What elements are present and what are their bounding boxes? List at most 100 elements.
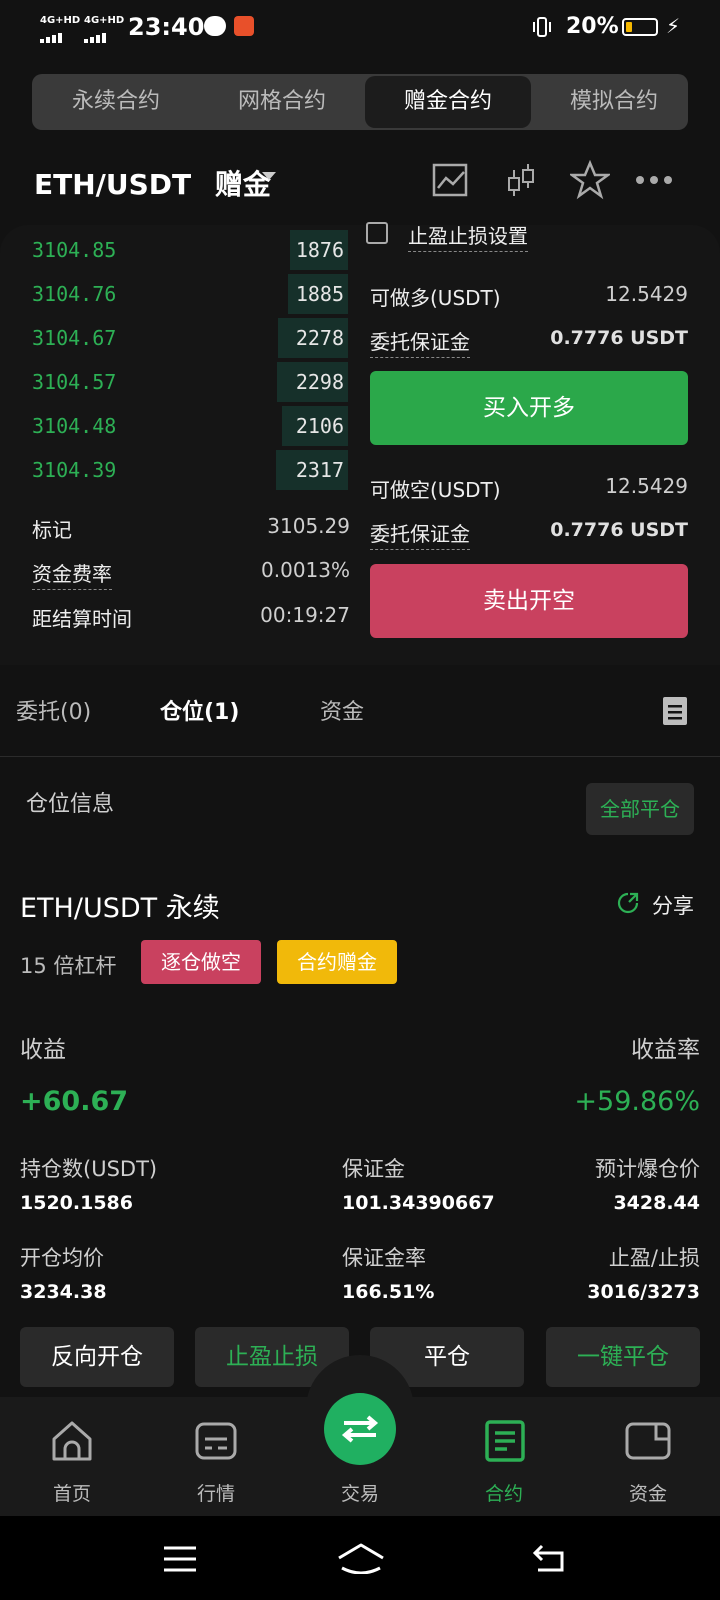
- battery-level: [626, 22, 632, 32]
- document-icon[interactable]: [663, 697, 687, 725]
- bonus-badge: 合约赠金: [277, 940, 397, 984]
- bid-price[interactable]: 3104.57: [32, 370, 116, 394]
- tpsl-value: 3016/3273: [587, 1281, 700, 1303]
- contract-tabs: 永续合约 网格合约 赠金合约 模拟合约: [32, 74, 688, 130]
- trade-center-button[interactable]: [324, 1393, 396, 1465]
- position-size-value: 1520.1586: [20, 1192, 133, 1214]
- home-button-icon[interactable]: [336, 1542, 386, 1578]
- system-nav-bar: [0, 1516, 720, 1600]
- short-available-value: 12.5429: [605, 474, 688, 498]
- network-indicator-1: 4G+HD: [40, 15, 81, 26]
- liquidation-price-value: 3428.44: [613, 1192, 700, 1214]
- position-size-label: 持仓数(USDT): [20, 1157, 158, 1181]
- close-all-button[interactable]: 全部平仓: [586, 783, 694, 835]
- reverse-position-button[interactable]: 反向开仓: [20, 1327, 174, 1387]
- bid-qty: 2317: [295, 458, 344, 482]
- short-margin-label[interactable]: 委托保证金: [370, 518, 470, 550]
- entry-price-label: 开仓均价: [20, 1246, 104, 1270]
- tab-funds[interactable]: 资金: [320, 694, 364, 726]
- signal-icon: [84, 28, 120, 43]
- long-available-value: 12.5429: [605, 282, 688, 306]
- pnl-value: +60.67: [20, 1086, 129, 1117]
- bid-qty: 2298: [295, 370, 344, 394]
- futures-icon: [484, 1419, 526, 1467]
- tpsl-label-field: 止盈/止损: [608, 1246, 700, 1270]
- wallet-icon: [624, 1419, 672, 1467]
- short-available-label: 可做空(USDT): [370, 478, 501, 502]
- position-title: ETH/USDT 永续: [20, 893, 220, 924]
- app-notification-icon: [234, 16, 254, 36]
- margin-value: 101.34390667: [342, 1192, 495, 1214]
- bid-price[interactable]: 3104.39: [32, 458, 116, 482]
- nav-trade-label: 交易: [340, 1483, 379, 1505]
- tab-positions[interactable]: 仓位(1): [160, 694, 239, 726]
- battery-icon: [622, 18, 658, 36]
- battery-percent: 20%: [566, 14, 619, 39]
- funding-rate-value: 0.0013%: [261, 558, 350, 582]
- share-button[interactable]: 分享: [652, 890, 694, 920]
- bid-qty: 1885: [295, 282, 344, 306]
- mark-price-value: 3105.29: [267, 514, 350, 538]
- nav-home-label: 首页: [52, 1483, 91, 1505]
- more-icon[interactable]: [634, 160, 674, 200]
- long-margin-label[interactable]: 委托保证金: [370, 326, 470, 358]
- settle-time-label: 距结算时间: [32, 607, 132, 631]
- menu-icon[interactable]: [162, 1544, 198, 1578]
- pnl-label: 收益: [20, 1037, 66, 1063]
- share-icon[interactable]: [617, 892, 639, 914]
- side-badge: 逐仓做空: [141, 940, 261, 984]
- swap-icon: [341, 1415, 379, 1443]
- vibrate-icon: [532, 16, 552, 38]
- funding-rate-label[interactable]: 资金费率: [32, 558, 112, 590]
- tpsl-label[interactable]: 止盈止损设置: [408, 220, 528, 252]
- bid-qty: 2106: [295, 414, 344, 438]
- margin-ratio-label: 保证金率: [342, 1246, 426, 1270]
- bid-qty: 1876: [295, 238, 344, 262]
- tab-demo[interactable]: 模拟合约: [531, 74, 688, 130]
- tab-orders[interactable]: 委托(0): [16, 694, 91, 726]
- star-icon[interactable]: [568, 159, 612, 200]
- status-bar: 4G+HD 4G+HD 23:40 20% ⚡: [0, 0, 720, 56]
- tab-perpetual[interactable]: 永续合约: [32, 74, 200, 130]
- tpsl-checkbox[interactable]: [366, 222, 388, 244]
- margin-ratio-value: 166.51%: [342, 1281, 435, 1303]
- bid-price[interactable]: 3104.67: [32, 326, 116, 350]
- nav-assets-label: 资金: [628, 1483, 667, 1505]
- bid-qty: 2278: [295, 326, 344, 350]
- signal-icon: [40, 28, 76, 43]
- candlestick-icon[interactable]: [502, 160, 542, 200]
- short-margin-value: 0.7776 USDT: [550, 519, 688, 541]
- position-section-title: 仓位信息: [26, 792, 115, 817]
- pnl-rate-value: +59.86%: [574, 1086, 700, 1117]
- charging-icon: ⚡: [666, 14, 681, 38]
- bid-price[interactable]: 3104.76: [32, 282, 116, 306]
- chevron-down-icon[interactable]: [262, 172, 276, 180]
- pair-name: ETH/USDT: [34, 168, 192, 201]
- tab-grid[interactable]: 网格合约: [200, 74, 364, 130]
- long-margin-value: 0.7776 USDT: [550, 327, 688, 349]
- settle-time-value: 00:19:27: [260, 603, 350, 627]
- leverage-label: 15 倍杠杆: [20, 954, 117, 978]
- sell-short-button[interactable]: 卖出开空: [370, 564, 688, 638]
- wechat-icon: [204, 16, 226, 36]
- network-indicator-2: 4G+HD: [84, 15, 125, 26]
- tab-bonus[interactable]: 赠金合约: [365, 76, 531, 128]
- pair-selector[interactable]: ETH/USDT 赠金: [34, 163, 271, 203]
- home-icon: [50, 1419, 94, 1467]
- buy-long-button[interactable]: 买入开多: [370, 371, 688, 445]
- nav-futures-label: 合约: [484, 1483, 523, 1505]
- entry-price-value: 3234.38: [20, 1281, 107, 1303]
- market-icon: [194, 1419, 238, 1467]
- one-click-close-button[interactable]: 一键平仓: [546, 1327, 700, 1387]
- bid-price[interactable]: 3104.85: [32, 238, 116, 262]
- liquidation-price-label: 预计爆仓价: [595, 1157, 700, 1181]
- divider: [0, 756, 720, 757]
- bid-price[interactable]: 3104.48: [32, 414, 116, 438]
- clock: 23:40: [128, 13, 205, 41]
- margin-label: 保证金: [342, 1157, 405, 1181]
- chart-icon[interactable]: [431, 160, 471, 200]
- nav-market-label: 行情: [196, 1483, 235, 1505]
- mark-price-label: 标记: [32, 518, 72, 542]
- back-icon[interactable]: [532, 1542, 568, 1578]
- pnl-rate-label: 收益率: [631, 1037, 700, 1063]
